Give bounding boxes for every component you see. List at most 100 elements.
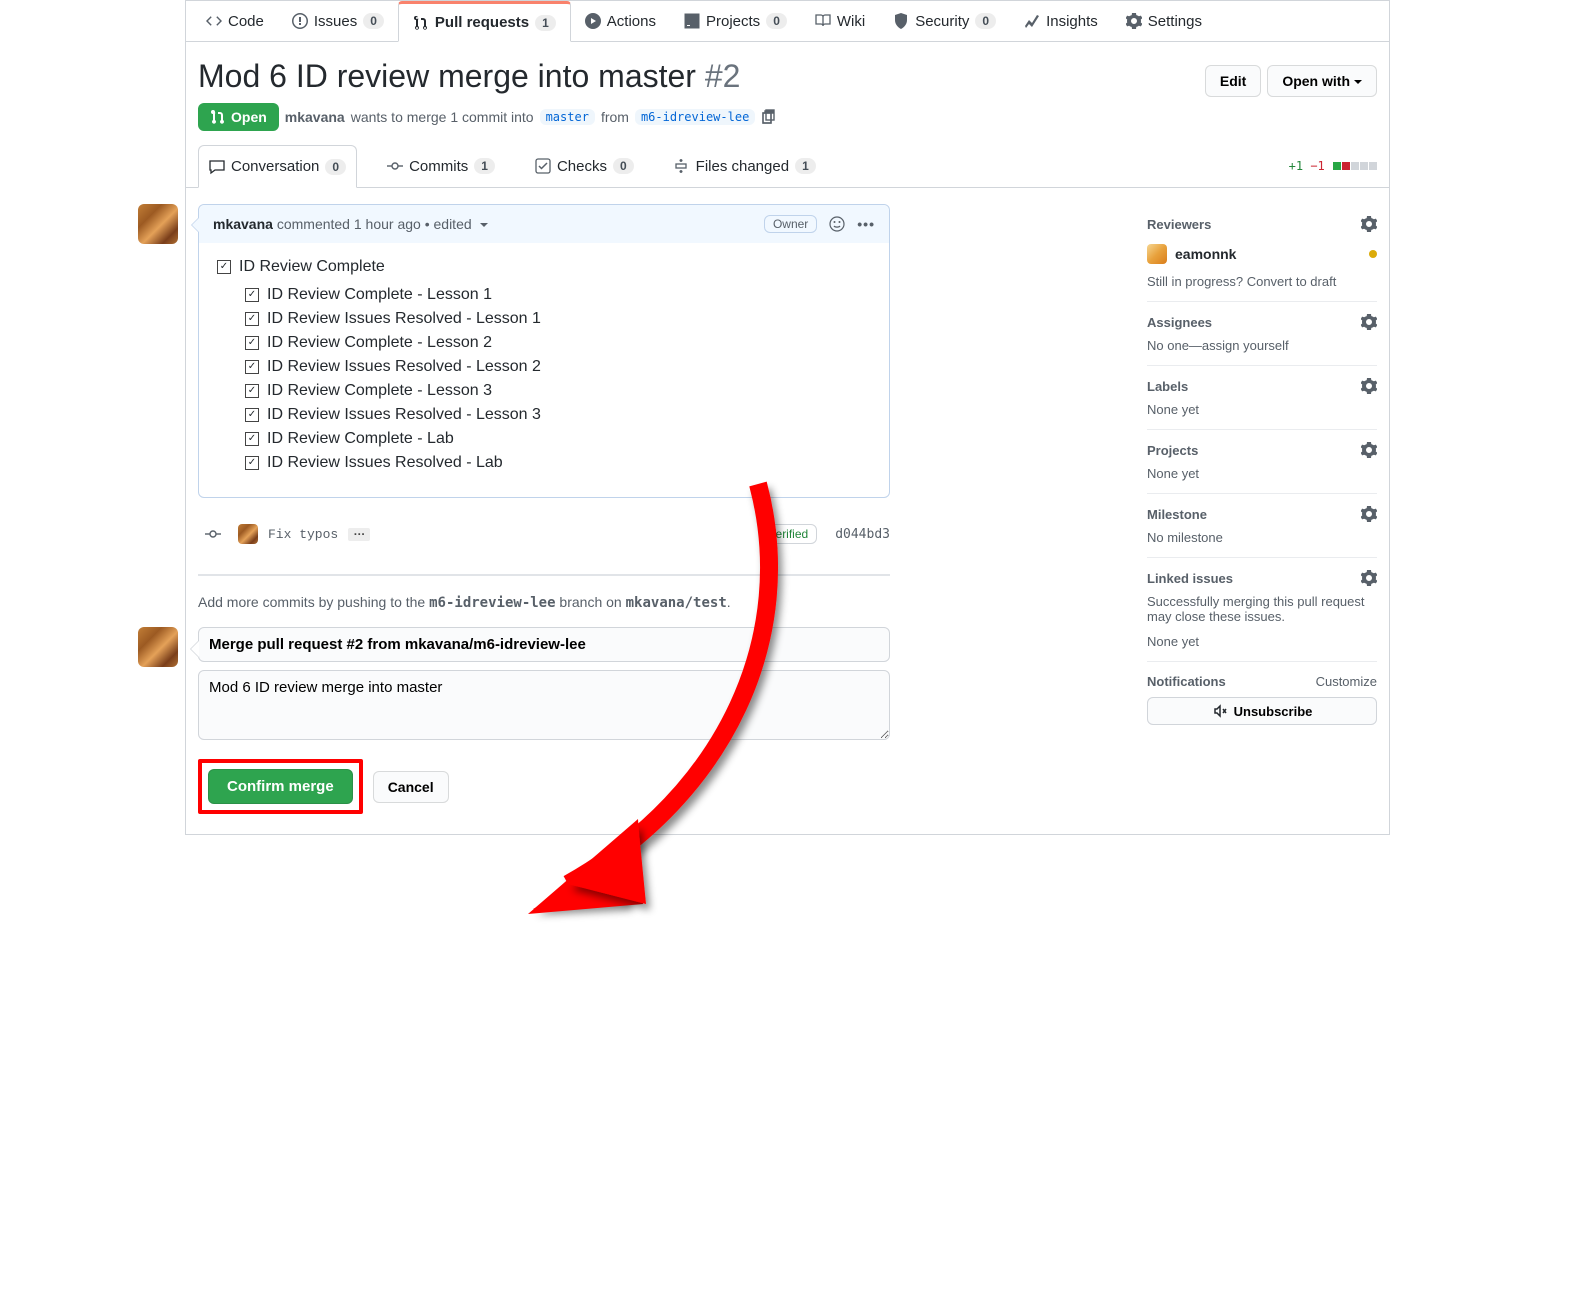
linked-none: None yet — [1147, 634, 1377, 649]
tab-projects-label: Projects — [706, 13, 760, 30]
pr-number: #2 — [705, 58, 741, 94]
comment-icon — [209, 159, 225, 175]
reviewers-heading: Reviewers — [1147, 217, 1211, 232]
copy-icon[interactable] — [761, 109, 777, 125]
checkbox-icon[interactable]: ✓ — [245, 312, 259, 326]
milestone-heading: Milestone — [1147, 507, 1207, 522]
checkbox-icon[interactable]: ✓ — [217, 260, 231, 274]
tab-pulls[interactable]: Pull requests 1 — [398, 1, 571, 42]
cancel-button[interactable]: Cancel — [373, 771, 449, 803]
tab-files[interactable]: Files changed 1 — [664, 146, 826, 187]
gear-icon[interactable] — [1361, 506, 1377, 522]
commit-message[interactable]: Fix typos — [268, 527, 338, 542]
task-item: ✓ID Review Issues Resolved - Lesson 1 — [245, 307, 871, 331]
tab-commits[interactable]: Commits 1 — [377, 146, 505, 187]
open-with-button[interactable]: Open with — [1267, 65, 1377, 97]
owner-badge: Owner — [764, 215, 817, 233]
gear-icon[interactable] — [1361, 570, 1377, 586]
tab-insights-label: Insights — [1046, 13, 1098, 30]
gear-icon[interactable] — [1361, 314, 1377, 330]
avatar — [1147, 244, 1167, 264]
labels-heading: Labels — [1147, 379, 1188, 394]
shield-icon — [893, 13, 909, 29]
verified-badge[interactable]: Verified — [759, 524, 817, 544]
convert-draft-link[interactable]: Still in progress? Convert to draft — [1147, 274, 1377, 289]
linked-hint: Successfully merging this pull request m… — [1147, 594, 1377, 624]
mute-icon — [1212, 703, 1228, 719]
pending-dot-icon — [1369, 250, 1377, 258]
kebab-icon[interactable]: ••• — [857, 216, 875, 232]
reviewer-row[interactable]: eamonnk — [1147, 240, 1377, 268]
commit-sha[interactable]: d044bd3 — [835, 527, 890, 542]
pulls-count: 1 — [535, 15, 556, 31]
projects-heading: Projects — [1147, 443, 1198, 458]
merge-form: Confirm merge Cancel — [198, 627, 890, 814]
tab-checks[interactable]: Checks 0 — [525, 146, 644, 187]
tab-issues[interactable]: Issues 0 — [278, 1, 398, 41]
tab-insights[interactable]: Insights — [1010, 1, 1112, 41]
repo-nav: Code Issues 0 Pull requests 1 Actions Pr… — [186, 1, 1389, 42]
base-branch[interactable]: master — [540, 109, 595, 125]
tab-code-label: Code — [228, 13, 264, 30]
checkbox-icon[interactable]: ✓ — [245, 456, 259, 470]
tab-security-label: Security — [915, 13, 969, 30]
projects-count: 0 — [766, 13, 787, 29]
customize-link[interactable]: Customize — [1316, 674, 1377, 689]
pr-tabs: Conversation 0 Commits 1 Checks 0 Files … — [186, 145, 1389, 188]
assignees-heading: Assignees — [1147, 315, 1212, 330]
issues-count: 0 — [363, 13, 384, 29]
head-branch[interactable]: m6-idreview-lee — [635, 109, 755, 125]
pr-icon — [413, 15, 429, 31]
checkbox-icon[interactable]: ✓ — [245, 360, 259, 374]
assignees-none[interactable]: No one—assign yourself — [1147, 338, 1377, 353]
tab-actions-label: Actions — [607, 13, 656, 30]
pr-author[interactable]: mkavana — [285, 109, 345, 125]
commit-dot-icon — [205, 526, 221, 542]
pr-title: Mod 6 ID review merge into master #2 — [198, 58, 740, 95]
checkbox-icon[interactable]: ✓ — [245, 288, 259, 302]
avatar[interactable] — [238, 524, 258, 544]
tab-issues-label: Issues — [314, 13, 357, 30]
tab-security[interactable]: Security 0 — [879, 1, 1010, 41]
checkbox-icon[interactable]: ✓ — [245, 336, 259, 350]
commit-icon — [387, 158, 403, 174]
task-item: ✓ID Review Complete - Lesson 1 — [245, 283, 871, 307]
task-item: ✓ID Review Issues Resolved - Lesson 3 — [245, 403, 871, 427]
comment: mkavana commented 1 hour ago • edited Ow… — [198, 204, 890, 498]
commit-row: Fix typos … Verified d044bd3 — [198, 522, 890, 546]
tab-projects[interactable]: Projects 0 — [670, 1, 801, 41]
tab-wiki[interactable]: Wiki — [801, 1, 879, 41]
highlight-box: Confirm merge — [198, 759, 363, 814]
task-root: ✓ID Review Complete — [217, 255, 871, 279]
pr-meta: Open mkavana wants to merge 1 commit int… — [198, 103, 1377, 131]
merge-desc-textarea[interactable] — [198, 670, 890, 740]
pr-state-badge: Open — [198, 103, 279, 131]
edited-dropdown[interactable] — [476, 216, 488, 232]
labels-none: None yet — [1147, 402, 1377, 417]
tab-actions[interactable]: Actions — [571, 1, 670, 41]
tab-settings-label: Settings — [1148, 13, 1202, 30]
task-item: ✓ID Review Issues Resolved - Lab — [245, 451, 871, 475]
gear-icon[interactable] — [1361, 442, 1377, 458]
smiley-icon[interactable] — [829, 216, 845, 232]
wiki-icon — [815, 13, 831, 29]
tab-settings[interactable]: Settings — [1112, 1, 1216, 41]
unsubscribe-button[interactable]: Unsubscribe — [1147, 697, 1377, 725]
avatar[interactable] — [138, 204, 178, 244]
task-item: ✓ID Review Issues Resolved - Lesson 2 — [245, 355, 871, 379]
gear-icon[interactable] — [1361, 378, 1377, 394]
gear-icon[interactable] — [1361, 216, 1377, 232]
edit-button[interactable]: Edit — [1205, 65, 1261, 97]
actions-icon — [585, 13, 601, 29]
checkbox-icon[interactable]: ✓ — [245, 384, 259, 398]
comment-author[interactable]: mkavana — [213, 216, 273, 232]
checkbox-icon[interactable]: ✓ — [245, 408, 259, 422]
checkbox-icon[interactable]: ✓ — [245, 432, 259, 446]
confirm-merge-button[interactable]: Confirm merge — [208, 769, 353, 804]
ellipsis-button[interactable]: … — [348, 528, 370, 541]
tab-conversation[interactable]: Conversation 0 — [198, 145, 357, 188]
merge-title-input[interactable] — [198, 627, 890, 662]
tab-code[interactable]: Code — [192, 1, 278, 41]
issue-icon — [292, 13, 308, 29]
avatar[interactable] — [138, 627, 178, 667]
